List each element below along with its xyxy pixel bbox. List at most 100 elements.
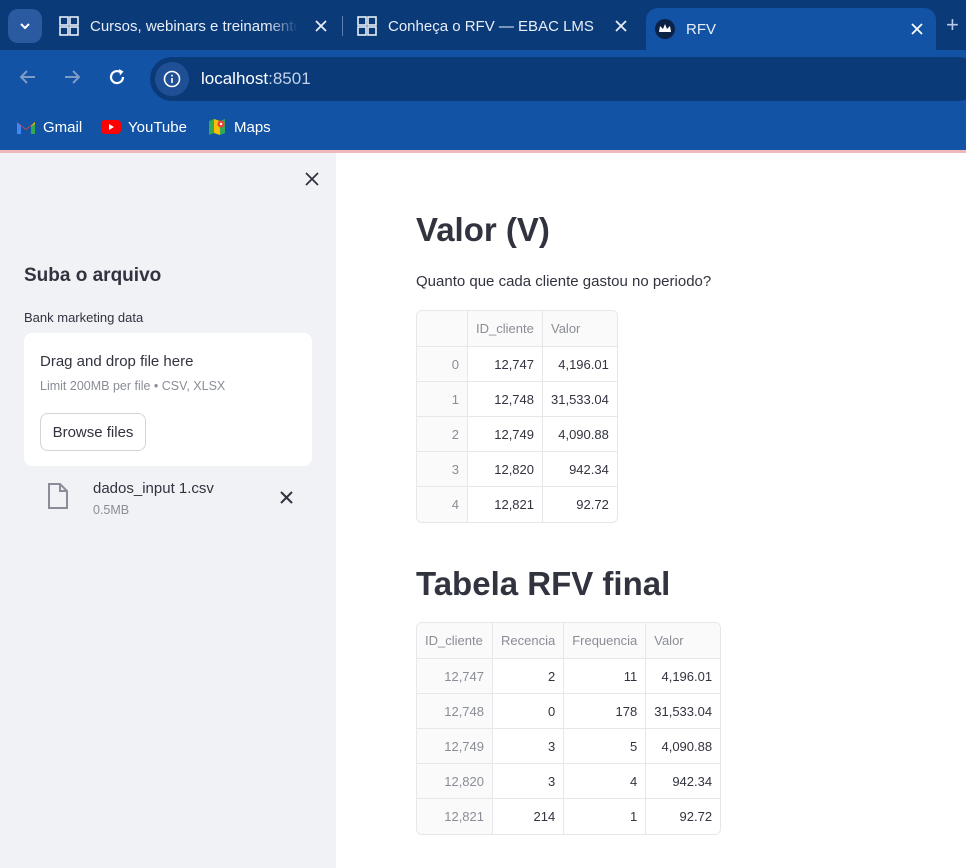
close-icon [305, 172, 319, 186]
table-cell[interactable]: 4,090.88 [543, 417, 617, 452]
table-cell[interactable]: 12,747 [468, 347, 543, 382]
valor-heading: Valor (V) [416, 211, 550, 248]
valor-table[interactable]: ID_cliente Valor 0 12,747 4,196.01 1 12,748… [416, 310, 618, 523]
chevron-down-icon [20, 23, 30, 30]
browser-tab-conheca-rfv[interactable]: Conheça o RFV — EBAC LMS [348, 8, 640, 44]
table-cell[interactable]: 31,533.04 [543, 382, 617, 417]
uploaded-file: dados_input 1.csv 0.5MB [24, 475, 312, 521]
close-icon [279, 490, 293, 504]
tab-title: Conheça o RFV — EBAC LMS [388, 17, 594, 35]
close-icon[interactable] [312, 17, 330, 35]
table-cell[interactable]: 92.72 [646, 799, 720, 834]
table-cell[interactable]: 1 [564, 799, 647, 834]
sidebar: Suba o arquivo Bank marketing data Drag … [0, 153, 336, 868]
bookmark-gmail[interactable]: Gmail [16, 115, 82, 139]
table-cell[interactable]: 178 [564, 694, 647, 729]
back-button[interactable] [14, 63, 42, 91]
table-row: 2 12,749 4,090.88 [417, 417, 617, 452]
column-header[interactable]: Frequencia [564, 623, 647, 659]
bookmark-label: Gmail [43, 118, 83, 136]
reload-icon [109, 69, 125, 85]
table-cell[interactable]: 4 [564, 764, 647, 799]
ebac-logo-icon [58, 15, 80, 37]
table-header-row: ID_cliente Recencia Frequencia Valor [417, 623, 721, 659]
ebac-logo-icon [356, 15, 378, 37]
table-cell[interactable]: 4,196.01 [543, 347, 617, 382]
tab-title: Cursos, webinars e treinamentos [90, 17, 298, 35]
url-host: localhost [201, 69, 269, 88]
streamlit-crown-icon [654, 18, 676, 40]
table-row: 4 12,821 92.72 [417, 487, 617, 522]
table-cell[interactable]: 3 [493, 729, 565, 764]
main-content: Valor (V) Quanto que cada cliente gastou… [336, 153, 966, 868]
forward-button[interactable] [58, 63, 86, 91]
table-cell[interactable]: 12,821 [468, 487, 543, 522]
tab-search-button[interactable] [8, 9, 42, 43]
browser-tab-rfv[interactable]: RFV [646, 8, 936, 50]
row-index: 12,747 [417, 659, 493, 694]
close-icon[interactable] [908, 20, 926, 38]
table-cell[interactable]: 3 [493, 764, 565, 799]
sidebar-collapse-button[interactable] [302, 169, 322, 189]
table-row: 12,749 3 5 4,090.88 [417, 729, 721, 764]
site-info-icon[interactable] [155, 62, 189, 96]
new-tab-button[interactable]: + [946, 14, 966, 38]
bookmark-youtube[interactable]: YouTube [101, 115, 187, 139]
browser-toolbar: localhost:8501 [0, 50, 966, 104]
table-cell[interactable]: 942.34 [646, 764, 721, 799]
valor-question: Quanto que cada cliente gastou no period… [416, 273, 712, 290]
row-index: 12,749 [417, 729, 493, 764]
table-cell[interactable]: 214 [493, 799, 565, 834]
maps-icon [207, 119, 227, 135]
index-header [417, 311, 468, 347]
table-cell[interactable]: 12,749 [468, 417, 543, 452]
file-name: dados_input 1.csv [93, 480, 214, 497]
table-cell[interactable]: 4,090.88 [646, 729, 721, 764]
uploader-label: Bank marketing data [24, 310, 144, 325]
column-header[interactable]: Valor [543, 311, 617, 347]
browse-files-button[interactable]: Browse files [40, 413, 146, 451]
rfv-heading: Tabela RFV final [416, 565, 671, 602]
arrow-left-icon [19, 70, 35, 84]
bookmark-maps[interactable]: Maps [207, 115, 271, 139]
tab-divider [342, 16, 343, 36]
table-cell[interactable]: 942.34 [543, 452, 617, 487]
row-index: 12,748 [417, 694, 493, 729]
remove-file-button[interactable] [276, 487, 296, 507]
table-row: 12,820 3 4 942.34 [417, 764, 721, 799]
youtube-icon [101, 119, 121, 135]
dropzone-limit: Limit 200MB per file • CSV, XLSX [40, 379, 226, 393]
table-cell[interactable]: 12,820 [468, 452, 543, 487]
browser-tab-cursos[interactable]: Cursos, webinars e treinamentos [50, 8, 340, 44]
rfv-table[interactable]: ID_cliente Recencia Frequencia Valor 12,… [416, 622, 722, 835]
table-header-row: ID_cliente Valor [417, 311, 617, 347]
table-cell[interactable]: 12,748 [468, 382, 543, 417]
bookmark-label: YouTube [128, 118, 187, 136]
table-cell[interactable]: 0 [493, 694, 565, 729]
row-index: 1 [417, 382, 468, 417]
table-cell[interactable]: 92.72 [543, 487, 617, 522]
row-index: 2 [417, 417, 468, 452]
row-index: 4 [417, 487, 468, 522]
file-icon [46, 482, 70, 510]
address-bar[interactable]: localhost:8501 [150, 57, 966, 101]
reload-button[interactable] [103, 63, 131, 91]
browser-tabstrip: Cursos, webinars e treinamentos Conheça … [0, 0, 966, 50]
close-icon[interactable] [612, 17, 630, 35]
column-header[interactable]: ID_cliente [468, 311, 543, 347]
row-index: 12,821 [417, 799, 493, 834]
table-cell[interactable]: 2 [493, 659, 565, 694]
column-header[interactable]: ID_cliente [417, 623, 493, 659]
bookmark-label: Maps [234, 118, 271, 136]
table-cell[interactable]: 31,533.04 [646, 694, 721, 729]
table-row: 1 12,748 31,533.04 [417, 382, 617, 417]
bookmarks-bar: Gmail YouTube Maps [0, 104, 966, 150]
table-row: 12,747 2 11 4,196.01 [417, 659, 721, 694]
file-dropzone[interactable]: Drag and drop file here Limit 200MB per … [24, 333, 312, 466]
table-cell[interactable]: 11 [564, 659, 647, 694]
table-cell[interactable]: 5 [564, 729, 647, 764]
column-header[interactable]: Recencia [493, 623, 565, 659]
column-header[interactable]: Valor [646, 623, 721, 659]
table-cell[interactable]: 4,196.01 [646, 659, 721, 694]
url-text: localhost:8501 [201, 69, 311, 89]
